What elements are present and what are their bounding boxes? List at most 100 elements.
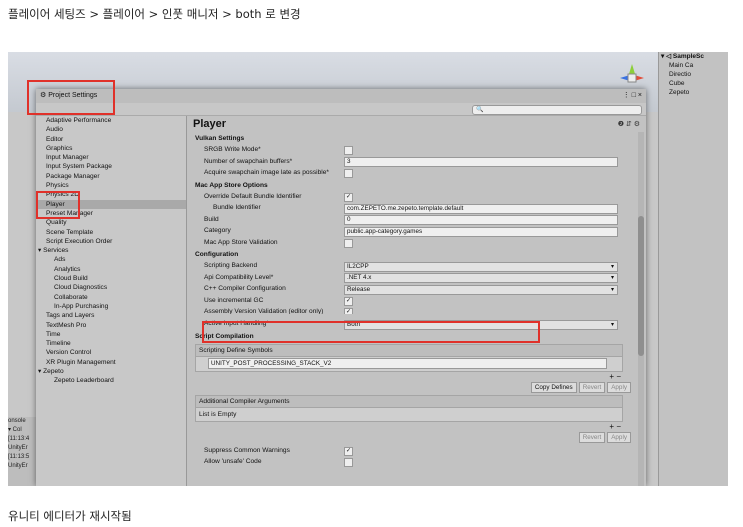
unsafe-code-checkbox[interactable] [344, 458, 353, 467]
console-tab[interactable]: onsole [8, 417, 36, 426]
setting-label: Api Compatibility Level* [204, 273, 274, 281]
apply-button[interactable]: Apply [607, 431, 631, 443]
revert-button[interactable]: Revert [578, 431, 606, 443]
sidebar-item-cloud-build[interactable]: Cloud Build [36, 274, 186, 283]
search-icon: 🔍 [476, 107, 484, 113]
sidebar-item-package-manager[interactable]: Package Manager [36, 172, 186, 181]
setting-row: Build 0 [195, 214, 631, 225]
setting-label: Bundle Identifier [213, 204, 261, 211]
setting-row: Scripting Backend IL2CPP [195, 260, 631, 272]
sidebar-item-scene-template[interactable]: Scene Template [36, 228, 186, 237]
search-input[interactable]: 🔍 [472, 105, 642, 115]
header-icons[interactable]: ❷ ⇵ ⚙ [618, 120, 640, 128]
scripting-backend-dropdown[interactable]: IL2CPP [344, 261, 618, 272]
sidebar-item-input-manager[interactable]: Input Manager [36, 153, 186, 162]
section-heading: Configuration [195, 251, 239, 258]
hierarchy-item[interactable]: Cube [659, 79, 728, 88]
override-checkbox[interactable]: ✓ [344, 192, 353, 202]
sidebar-item-tags-and-layers[interactable]: Tags and Layers [36, 311, 186, 320]
setting-label: Scripting Backend [204, 262, 258, 269]
console-log-line[interactable]: [11:13:4 [8, 435, 36, 444]
api-compatibility-dropdown[interactable]: .NET 4.x [344, 273, 618, 283]
sidebar-item-quality[interactable]: Quality [36, 218, 186, 227]
sidebar-item-graphics[interactable]: Graphics [36, 144, 186, 153]
setting-label: Number of swapchain buffers* [204, 157, 293, 165]
sidebar-item-zepeto[interactable]: ▾ Zepeto [36, 367, 186, 376]
sidebar-item-analytics[interactable]: Analytics [36, 265, 186, 274]
swapchain-field[interactable]: 3 [344, 157, 618, 167]
setting-label: Build [204, 215, 219, 223]
sidebar-item-physics[interactable]: Physics [36, 181, 186, 190]
bundle-identifier-field[interactable]: com.ZEPETO.me.zepeto.template.default [344, 203, 618, 214]
sidebar-item-collaborate[interactable]: Collaborate [36, 293, 186, 302]
setting-label: Assembly Version Validation (editor only… [204, 308, 324, 314]
sidebar-item-input-system-package[interactable]: Input System Package [36, 162, 186, 171]
sidebar-item-script-execution-order[interactable]: Script Execution Order [36, 237, 186, 246]
hierarchy-scene[interactable]: ▾ ◁ SampleSc [659, 52, 728, 61]
compiler-buttons: Revert Apply [195, 431, 631, 443]
apply-button[interactable]: Apply [607, 381, 631, 393]
console-log-line[interactable]: UnityEr [8, 462, 36, 471]
incremental-gc-checkbox[interactable]: ✓ [344, 296, 353, 306]
window-titlebar[interactable]: ⚙ Project Settings ⋮ □ × [36, 89, 646, 104]
section-heading: Mac App Store Options [195, 181, 268, 189]
build-field[interactable]: 0 [344, 215, 618, 225]
console-log-line[interactable]: [11:13:5 [8, 453, 36, 462]
acquire-checkbox[interactable] [344, 169, 353, 178]
sidebar-item-adaptive-performance[interactable]: Adaptive Performance [36, 116, 186, 125]
empty-list-text: List is Empty [199, 410, 237, 418]
sidebar-item-services[interactable]: ▾ Services [36, 246, 186, 255]
setting-row: Suppress Common Warnings ✓ [195, 445, 631, 457]
setting-row: Api Compatibility Level* .NET 4.x [195, 272, 631, 283]
settings-main: Player ❷ ⇵ ⚙ Vulkan Settings SRGB Write … [187, 116, 646, 486]
console-log-line[interactable]: UnityEr [8, 444, 36, 453]
sidebar-item-cloud-diagnostics[interactable]: Cloud Diagnostics [36, 283, 186, 292]
sidebar-item-version-control[interactable]: Version Control [36, 348, 186, 357]
sidebar-item-audio[interactable]: Audio [36, 125, 186, 134]
setting-row: Override Default Bundle Identifier ✓ [195, 191, 631, 203]
sidebar-item-editor[interactable]: Editor [36, 135, 186, 144]
setting-row: Assembly Version Validation (editor only… [195, 306, 631, 314]
define-buttons: Copy Defines Revert Apply [195, 381, 631, 393]
assembly-validation-checkbox[interactable]: ✓ [344, 308, 353, 314]
hierarchy-panel: ▾ ◁ SampleSc Main Ca Directio Cube Zepet… [658, 52, 728, 486]
setting-row: Number of swapchain buffers* 3 [195, 156, 631, 167]
settings-sidebar: Adaptive Performance Audio Editor Graphics I… [36, 116, 187, 486]
sidebar-item-in-app-purchasing[interactable]: In-App Purchasing [36, 302, 186, 311]
setting-row: Bundle Identifier com.ZEPETO.me.zepeto.t… [195, 202, 631, 214]
sidebar-item-zepeto-leaderboard[interactable]: Zepeto Leaderboard [36, 376, 186, 385]
console-filter[interactable]: ▾ Col [8, 426, 36, 435]
sidebar-item-timeline[interactable]: Timeline [36, 339, 186, 348]
sidebar-item-textmesh-pro[interactable]: TextMesh Pro [36, 321, 186, 330]
scrollbar-thumb[interactable] [638, 216, 644, 356]
sidebar-item-time[interactable]: Time [36, 330, 186, 339]
setting-row: Category public.app-category.games [195, 225, 631, 237]
top-caption: 플레이어 세팅즈 > 플레이어 > 인풋 매니저 > both 로 변경 [8, 7, 301, 21]
validation-checkbox[interactable] [344, 238, 353, 248]
sidebar-item-xr-plugin-management[interactable]: XR Plugin Management [36, 358, 186, 367]
revert-button[interactable]: Revert [578, 381, 606, 393]
setting-row: Acquire swapchain image late as possible… [195, 167, 631, 179]
inspector-content: Vulkan Settings SRGB Write Mode* Number … [195, 132, 631, 486]
setting-label: Acquire swapchain image late as possible… [204, 169, 329, 176]
hierarchy-item[interactable]: Zepeto [659, 88, 728, 97]
hierarchy-item[interactable]: Main Ca [659, 61, 728, 70]
panel-header: Scripting Define Symbols [196, 344, 622, 357]
page-title: Player [193, 118, 227, 130]
category-field[interactable]: public.app-category.games [344, 226, 618, 237]
window-controls[interactable]: ⋮ □ × [623, 89, 642, 103]
setting-label: Allow 'unsafe' Code [204, 458, 262, 465]
srgb-checkbox[interactable] [344, 146, 353, 155]
add-remove-buttons[interactable]: + − [195, 372, 631, 382]
sidebar-item-ads[interactable]: Ads [36, 255, 186, 264]
define-symbol-field[interactable]: UNITY_POST_PROCESSING_STACK_V2 [208, 357, 607, 369]
unity-editor-screenshot: ▾ ◁ SampleSc Main Ca Directio Cube Zepet… [8, 52, 728, 486]
setting-label: SRGB Write Mode* [204, 146, 261, 153]
suppress-warnings-checkbox[interactable]: ✓ [344, 446, 353, 456]
hierarchy-item[interactable]: Directio [659, 70, 728, 79]
add-remove-buttons[interactable]: + − [195, 422, 631, 432]
scene-gizmo-icon [620, 64, 644, 83]
copy-defines-button[interactable]: Copy Defines [530, 381, 577, 393]
cpp-compiler-dropdown[interactable]: Release [344, 284, 618, 295]
console-panel: onsole ▾ Col [11:13:4 UnityEr [11:13:5 U… [8, 417, 36, 486]
